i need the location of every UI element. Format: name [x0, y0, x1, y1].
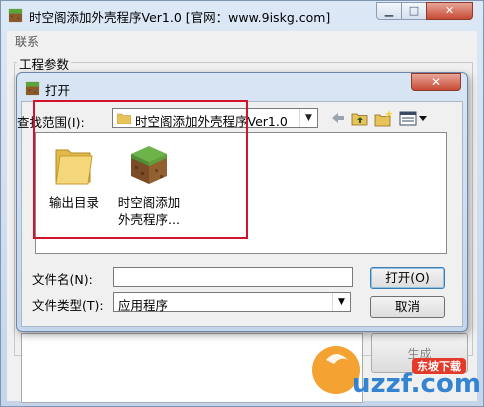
maximize-button[interactable]: □	[401, 2, 427, 20]
folder-icon	[117, 113, 131, 124]
back-arrow-icon[interactable]	[329, 109, 347, 127]
file-item-output-folder[interactable]: 输出目录	[44, 142, 104, 211]
view-menu-icon[interactable]	[399, 109, 429, 127]
open-button[interactable]: 打开(O)	[370, 267, 445, 289]
file-type-label: 文件类型(T):	[32, 298, 104, 313]
cancel-button[interactable]: 取消	[370, 296, 445, 318]
file-name-label: 输出目录	[48, 195, 99, 210]
main-close-button[interactable]: ✕	[426, 2, 473, 20]
file-name-input[interactable]	[113, 267, 353, 287]
main-window-title: 时空阁添加外壳程序Ver1.0 [官网：www.9iskg.com]	[29, 10, 331, 25]
menu-bar: 联系	[7, 31, 477, 50]
file-item-exe[interactable]: 时空阁添加外壳程序...	[114, 142, 184, 228]
up-folder-icon[interactable]	[351, 109, 369, 127]
file-type-value: 应用程序	[118, 298, 169, 313]
look-in-dropdown[interactable]: 时空阁添加外壳程序Ver1.0 ▼	[112, 108, 318, 129]
dialog-close-button[interactable]: ✕	[411, 73, 461, 91]
dialog-title: 打开	[45, 83, 71, 98]
file-name-label: 时空阁添加外壳程序...	[117, 195, 181, 227]
menu-item-contact[interactable]: 联系	[15, 33, 39, 50]
file-name-label: 文件名(N):	[32, 272, 93, 287]
project-params-label: 工程参数	[17, 54, 72, 73]
look-in-label: 查找范围(I):	[17, 115, 85, 130]
chevron-down-icon[interactable]: ▼	[332, 293, 350, 311]
app-block-icon	[8, 8, 23, 23]
folder-icon	[55, 149, 93, 185]
dialog-block-icon	[25, 81, 40, 96]
minecraft-block-icon	[131, 146, 167, 184]
file-type-dropdown[interactable]: 应用程序 ▼	[113, 292, 351, 313]
look-in-value: 时空阁添加外壳程序Ver1.0	[135, 114, 288, 129]
new-folder-icon[interactable]	[374, 109, 394, 127]
watermark-logo: uzzf.com 东坡下载	[312, 346, 481, 399]
watermark-badge: 东坡下载	[417, 359, 461, 373]
chevron-down-icon[interactable]: ▼	[299, 109, 317, 127]
minimize-button[interactable]: ▁	[376, 2, 402, 20]
